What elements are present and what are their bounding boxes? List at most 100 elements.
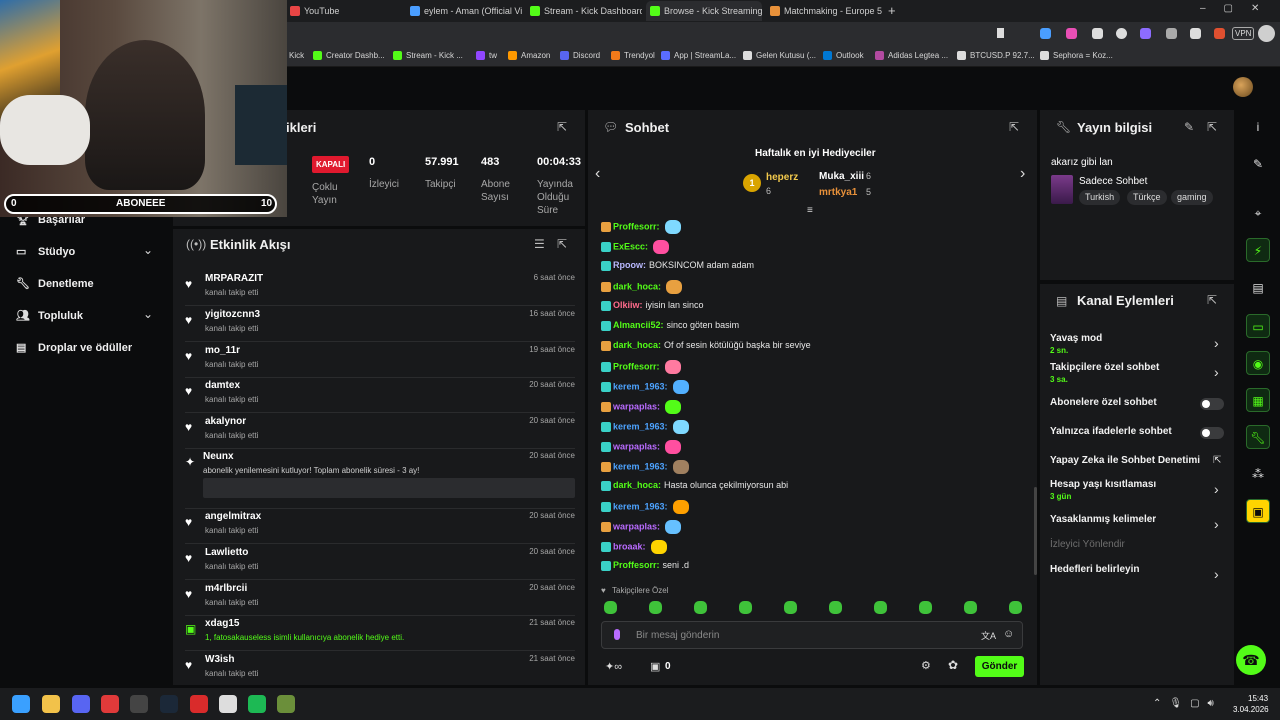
profile-avatar[interactable] <box>1258 25 1275 42</box>
chat-username[interactable]: broaak: <box>613 541 646 551</box>
category-name[interactable]: Sadece Sohbet <box>1079 176 1147 187</box>
sidebar-item-community[interactable]: 👥︎ Topluluk <box>16 309 83 322</box>
gifter-name[interactable]: mrtkya1 <box>819 187 857 198</box>
bookmark-item[interactable]: tw <box>476 51 497 60</box>
activity-username[interactable]: damtex <box>205 380 240 391</box>
chat-username[interactable]: Olkiiw: <box>613 300 643 310</box>
chat-username[interactable]: warpaplas: <box>613 401 660 411</box>
mascot-icon[interactable]: ✿ <box>948 658 958 672</box>
vpn-badge[interactable]: VPN <box>1232 27 1255 40</box>
channel-action-item[interactable]: Hesap yaşı kısıtlaması 3 gün <box>1050 479 1156 501</box>
chevron-right-icon[interactable]: › <box>1214 335 1219 351</box>
emote-icon[interactable] <box>964 601 977 614</box>
extension-icon[interactable] <box>1190 28 1201 39</box>
dots-icon[interactable]: ⁂ <box>1246 462 1270 486</box>
camera-icon[interactable]: ⌖ <box>1246 201 1270 225</box>
emote-icon[interactable] <box>694 601 707 614</box>
user-avatar[interactable] <box>1233 77 1253 97</box>
chat-username[interactable]: Proffesorr: <box>613 361 660 371</box>
extension-icon[interactable] <box>1116 28 1127 39</box>
bookmark-item[interactable]: Adidas Legtea ... <box>875 51 948 60</box>
gifters-prev-button[interactable]: ‹ <box>595 165 600 183</box>
bookmark-item[interactable]: Amazon <box>508 51 550 60</box>
gifter-name[interactable]: heperz <box>766 172 798 183</box>
bookmark-item[interactable]: Gelen Kutusu (... <box>743 51 816 60</box>
chevron-right-icon[interactable]: › <box>1214 566 1219 582</box>
chat-scrollbar[interactable] <box>1034 487 1037 575</box>
emote-icon[interactable] <box>829 601 842 614</box>
emote-icon[interactable] <box>649 601 662 614</box>
activity-item[interactable]: ♥ MRPARAZIT kanalı takip etti 6 saat önce <box>185 273 580 306</box>
sidebar-item-drops[interactable]: ▤ Droplar ve ödüller <box>16 341 132 354</box>
activity-username[interactable]: Neunx <box>203 451 234 462</box>
popout-icon[interactable]: ⇱ <box>1009 120 1019 134</box>
info-icon[interactable]: i <box>1246 115 1270 139</box>
chat-icon[interactable]: ▭ <box>1246 314 1270 338</box>
discord-icon[interactable] <box>72 695 90 713</box>
popout-icon[interactable]: ⇱ <box>557 237 567 251</box>
browser-tab[interactable]: Browse - Kick Streaming <box>646 1 762 21</box>
sidebar-item-studio[interactable]: ▭ Stüdyo <box>16 245 75 258</box>
extension-icon[interactable] <box>1092 28 1103 39</box>
chat-username[interactable]: ExEscc: <box>613 241 648 251</box>
chat-username[interactable]: dark_hoca: <box>613 480 661 490</box>
activity-item[interactable]: ♥ W3ish kanalı takip etti 21 saat önce <box>185 654 580 684</box>
extension-icon[interactable] <box>1066 28 1077 39</box>
channel-action-item[interactable]: Yasaklanmış kelimeler <box>1050 514 1156 525</box>
activity-item[interactable]: ▣ xdag15 1, fatosakauseless isimli kullanı… <box>185 618 580 651</box>
store-icon[interactable]: ▣ <box>650 660 660 673</box>
tag-chip[interactable]: gaming <box>1171 190 1213 205</box>
extension-icon[interactable] <box>1140 28 1151 39</box>
obs-icon[interactable] <box>130 695 148 713</box>
new-tab-button[interactable]: + <box>888 3 896 18</box>
bookmark-item[interactable]: Stream - Kick ... <box>393 51 463 60</box>
chat-username[interactable]: dark_hoca: <box>613 340 661 350</box>
chevron-down-icon[interactable]: ⌄ <box>143 243 153 257</box>
activity-username[interactable]: Lawlietto <box>205 547 248 558</box>
channel-action-item[interactable]: Abonelere özel sohbet <box>1050 397 1157 408</box>
channel-action-item[interactable]: Yalnızca ifadelerle sohbet <box>1050 426 1172 437</box>
window-controls[interactable]: –▢✕ <box>1200 3 1277 14</box>
grid-icon[interactable]: ▦ <box>1246 388 1270 412</box>
app-icon[interactable] <box>219 695 237 713</box>
emote-icon[interactable] <box>874 601 887 614</box>
channel-action-item[interactable]: Takipçilere özel sohbet 3 sa. <box>1050 362 1159 384</box>
activity-username[interactable]: akalynor <box>205 416 246 427</box>
emote-icon[interactable] <box>919 601 932 614</box>
chat-username[interactable]: Almancii52: <box>613 320 664 330</box>
bookmark-item[interactable]: BTCUSD.P 92.7... <box>957 51 1035 60</box>
activity-item[interactable]: ♥ yigitozcnn3 kanalı takip etti 16 saat önc… <box>185 309 580 342</box>
bookmark-icon[interactable] <box>997 28 1004 38</box>
windows-start-icon[interactable] <box>12 695 30 713</box>
browser-tab[interactable]: Stream - Kick Dashboard <box>526 1 642 21</box>
clapper-icon[interactable]: ▣ <box>1246 499 1270 523</box>
channel-action-item[interactable]: İzleyici Yönlendir <box>1050 539 1125 550</box>
emote-icon[interactable] <box>604 601 617 614</box>
channel-action-item[interactable]: Yavaş mod 2 sn. <box>1050 333 1102 355</box>
activity-item[interactable]: ♥ akalynor kanalı takip etti 20 saat önce <box>185 416 580 449</box>
filter-icon[interactable]: ☰ <box>534 237 545 251</box>
activity-item[interactable]: ✦ Neunx abonelik yenilemesini kutluyor! To… <box>185 451 580 509</box>
points-icon[interactable]: ✦∞ <box>605 660 622 673</box>
document-icon[interactable]: ▤ <box>1246 276 1270 300</box>
extension-icon[interactable] <box>1214 28 1225 39</box>
popout-icon[interactable]: ⇱ <box>1207 120 1217 134</box>
activity-username[interactable]: angelmitrax <box>205 511 261 522</box>
edit-icon[interactable]: ✎ <box>1246 152 1270 176</box>
bookmark-item[interactable]: Creator Dashb... <box>313 51 385 60</box>
activity-item[interactable]: ♥ Lawlietto kanalı takip etti 20 saat önce <box>185 547 580 580</box>
gifters-next-button[interactable]: › <box>1020 165 1025 183</box>
chat-username[interactable]: Proffesorr: <box>613 221 660 231</box>
activity-item[interactable]: ♥ m4rlbrcii kanalı takip etti 20 saat önce <box>185 583 580 616</box>
tray-icons[interactable]: ⌃🎙︎▢🔊︎ <box>1153 698 1222 709</box>
bookmark-item[interactable]: Sephora = Koz... <box>1040 51 1113 60</box>
send-button[interactable]: Gönder <box>975 656 1024 677</box>
translate-icon[interactable]: 文A <box>981 629 996 642</box>
emoji-icon[interactable]: ☺ <box>1003 628 1014 640</box>
browser-tab[interactable]: YouTube <box>286 1 402 21</box>
chat-username[interactable]: dark_hoca: <box>613 281 661 291</box>
mic-icon[interactable] <box>614 629 620 640</box>
chat-username[interactable]: warpaplas: <box>613 521 660 531</box>
activity-item[interactable]: ♥ mo_11r kanalı takip etti 19 saat önce <box>185 345 580 378</box>
bookmark-item[interactable]: Trendyol <box>611 51 655 60</box>
